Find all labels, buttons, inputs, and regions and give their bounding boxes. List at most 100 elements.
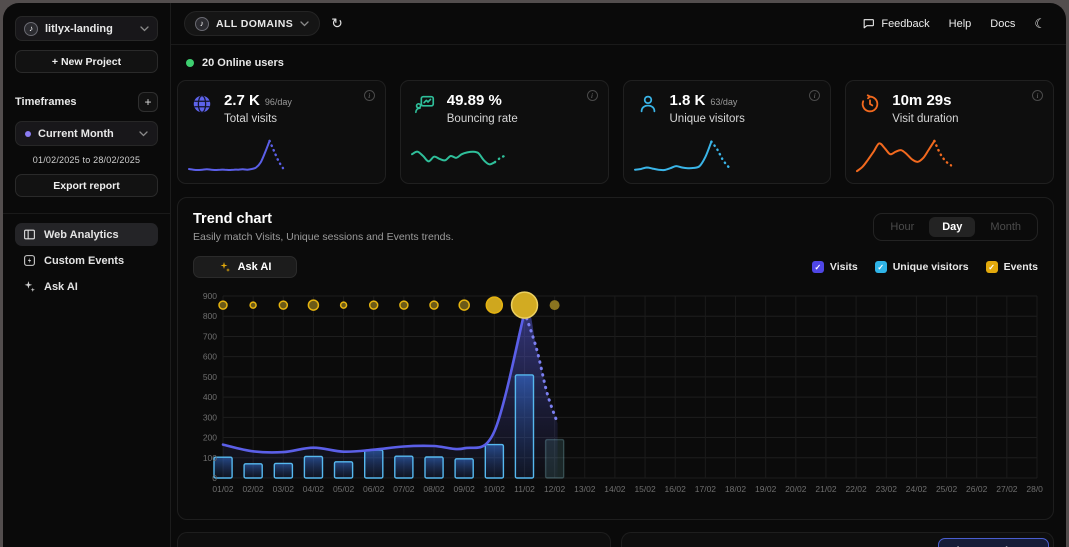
sparkles-icon xyxy=(23,280,36,293)
bar xyxy=(395,456,413,478)
svg-text:01/02: 01/02 xyxy=(212,484,234,494)
svg-text:17/02: 17/02 xyxy=(695,484,717,494)
sparkline-solid xyxy=(635,142,711,171)
legend-visits[interactable]: ✓ Visits xyxy=(812,261,858,273)
checkbox-checked-icon[interactable]: ✓ xyxy=(986,261,998,273)
svg-text:24/02: 24/02 xyxy=(906,484,928,494)
show-raw-data-button[interactable]: Show raw data ↗ xyxy=(938,538,1049,547)
help-link[interactable]: Help xyxy=(949,18,972,30)
sparkline-dotted xyxy=(270,141,283,168)
bar xyxy=(455,459,473,478)
granularity-month[interactable]: Month xyxy=(977,217,1034,237)
svg-text:27/02: 27/02 xyxy=(996,484,1018,494)
project-selector[interactable]: ♪ litlyx-landing xyxy=(15,16,158,41)
person-icon xyxy=(636,92,660,116)
new-project-button[interactable]: + New Project xyxy=(15,50,158,73)
sparkline-unique-visitors xyxy=(632,134,732,176)
svg-text:11/02: 11/02 xyxy=(514,484,535,494)
x-axis-labels: 01/0202/0203/0204/0205/0206/0207/0208/02… xyxy=(212,484,1043,494)
granularity-day[interactable]: Day xyxy=(929,217,975,237)
stat-card-total-visits: 2.7 K96/day Total visits i xyxy=(177,80,386,184)
stat-label: Total visits xyxy=(224,113,292,125)
info-icon[interactable]: i xyxy=(1032,90,1043,101)
chevron-down-icon xyxy=(300,18,309,30)
sparkline-solid xyxy=(412,152,495,165)
bar xyxy=(335,462,353,478)
timeframes-title: Timeframes xyxy=(15,96,77,108)
svg-text:03/02: 03/02 xyxy=(273,484,295,494)
svg-text:14/02: 14/02 xyxy=(604,484,626,494)
bottom-panels: Top Sources ↻ Top Pages ↻ Show raw data … xyxy=(177,532,1054,547)
legend-unique-visitors[interactable]: ✓ Unique visitors xyxy=(875,261,969,273)
sidebar-divider xyxy=(3,213,170,214)
svg-text:19/02: 19/02 xyxy=(755,484,777,494)
stat-cards-row: 2.7 K96/day Total visits i 49.89 % xyxy=(177,80,1054,184)
stat-per-day: 63/day xyxy=(710,97,737,107)
domain-selector[interactable]: ♪ ALL DOMAINS xyxy=(184,11,320,36)
svg-text:05/02: 05/02 xyxy=(333,484,355,494)
event-bubble xyxy=(370,301,378,309)
ask-ai-button[interactable]: Ask AI xyxy=(193,256,297,278)
svg-text:400: 400 xyxy=(203,392,217,402)
checkbox-checked-icon[interactable]: ✓ xyxy=(875,261,887,273)
sparkline-total-visits xyxy=(186,134,286,176)
sparkline-solid xyxy=(189,141,270,170)
sparkline-visit-duration xyxy=(854,134,954,176)
layout-panel-icon xyxy=(23,228,36,241)
stat-label: Bouncing rate xyxy=(447,113,518,125)
timeframe-selector[interactable]: Current Month xyxy=(15,121,158,146)
svg-text:20/02: 20/02 xyxy=(785,484,807,494)
bar xyxy=(485,445,503,478)
trend-chart-canvas[interactable]: 010020030040050060070080090001/0202/0203… xyxy=(193,286,1043,506)
chevron-down-icon xyxy=(139,128,148,140)
sidebar-item-web-analytics[interactable]: Web Analytics xyxy=(15,223,158,246)
legend-label: Unique visitors xyxy=(893,261,969,273)
info-icon[interactable]: i xyxy=(364,90,375,101)
info-icon[interactable]: i xyxy=(587,90,598,101)
stat-per-day: 96/day xyxy=(265,97,292,107)
event-bubble xyxy=(341,302,347,308)
svg-text:22/02: 22/02 xyxy=(845,484,867,494)
ask-ai-label: Ask AI xyxy=(238,261,272,273)
svg-text:21/02: 21/02 xyxy=(815,484,837,494)
sidebar-item-ask-ai[interactable]: Ask AI xyxy=(15,275,158,298)
event-bubble xyxy=(250,302,256,308)
refresh-icon[interactable]: ↻ xyxy=(331,15,343,32)
sidebar-item-label: Ask AI xyxy=(44,281,78,293)
main-area: ♪ ALL DOMAINS ↻ Feedback Help Docs ☾ xyxy=(171,3,1066,547)
bar xyxy=(515,375,533,478)
content: 20 Online users 2.7 K96/day Total visits xyxy=(171,45,1066,547)
sparkles-icon xyxy=(219,261,231,273)
checkbox-checked-icon[interactable]: ✓ xyxy=(812,261,824,273)
timeframe-dot-icon xyxy=(25,131,31,137)
litlyx-logo-icon: ♪ xyxy=(195,17,209,31)
info-icon[interactable]: i xyxy=(809,90,820,101)
dark-mode-toggle-icon[interactable]: ☾ xyxy=(1034,16,1046,32)
stat-label: Visit duration xyxy=(892,113,958,125)
legend-label: Visits xyxy=(830,261,858,273)
docs-link[interactable]: Docs xyxy=(990,18,1015,30)
sparkline-dotted xyxy=(935,141,952,166)
sidebar-item-custom-events[interactable]: Custom Events xyxy=(15,249,158,272)
svg-text:15/02: 15/02 xyxy=(634,484,656,494)
feedback-label: Feedback xyxy=(881,18,929,30)
feedback-link[interactable]: Feedback xyxy=(862,17,929,30)
granularity-toggle: Hour Day Month xyxy=(873,213,1038,241)
bar xyxy=(425,457,443,478)
timeframe-selected: Current Month xyxy=(38,128,114,140)
export-report-button[interactable]: Export report xyxy=(15,174,158,197)
legend-events[interactable]: ✓ Events xyxy=(986,261,1038,273)
svg-text:28/02: 28/02 xyxy=(1026,484,1043,494)
online-users: 20 Online users xyxy=(186,57,1054,69)
granularity-hour[interactable]: Hour xyxy=(877,217,927,237)
trend-legend: ✓ Visits ✓ Unique visitors ✓ Events xyxy=(812,261,1038,273)
stat-value: 10m 29s xyxy=(892,92,951,109)
svg-text:10/02: 10/02 xyxy=(484,484,506,494)
trend-chart: 010020030040050060070080090001/0202/0203… xyxy=(193,286,1038,511)
svg-text:26/02: 26/02 xyxy=(966,484,988,494)
timeframe-range: 01/02/2025 to 28/02/2025 xyxy=(15,155,158,165)
lightning-icon xyxy=(23,254,36,267)
add-timeframe-button[interactable]: + xyxy=(138,92,158,112)
sparkline-dotted xyxy=(711,142,729,168)
legend-label: Events xyxy=(1004,261,1038,273)
